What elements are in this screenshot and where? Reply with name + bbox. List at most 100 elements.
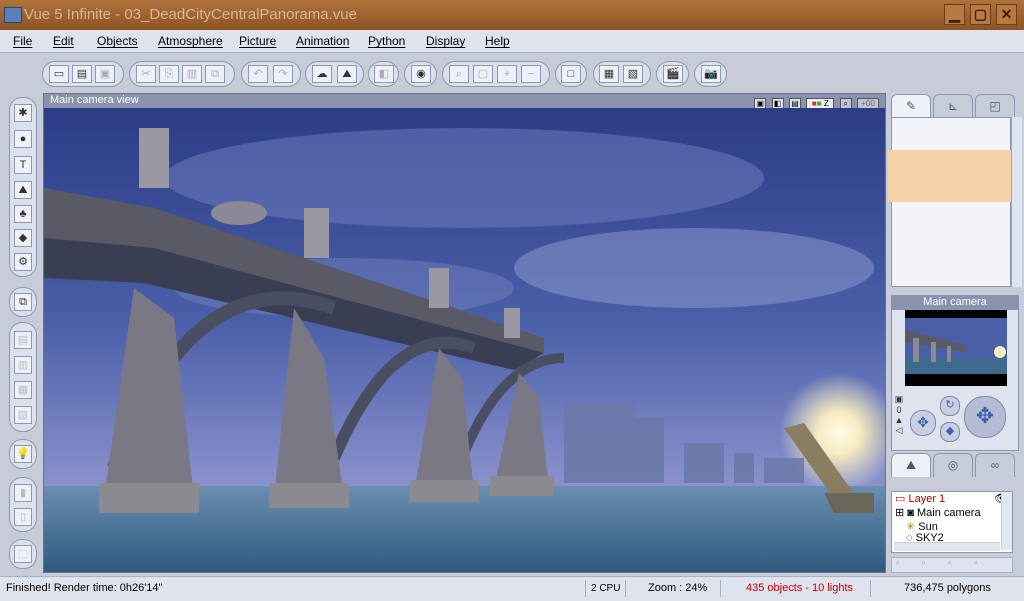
menu-objects[interactable]: Objects [97, 34, 138, 48]
properties-scrollbar[interactable] [1011, 117, 1022, 287]
misc-icon[interactable]: ⬚ [14, 545, 32, 563]
materials-icon[interactable]: ◎ [933, 453, 973, 477]
plant-icon[interactable]: ♣ [14, 205, 32, 223]
new-layer-icon[interactable]: ▫ [896, 558, 900, 569]
sky-node-label: SKY2 [915, 532, 944, 542]
pan-control-icon[interactable]: ✥ [910, 410, 936, 436]
tree-row-layer[interactable]: ▭ Layer 1 [895, 492, 945, 505]
close-button[interactable]: ✕ [996, 4, 1017, 25]
text-icon[interactable]: T [14, 156, 32, 174]
redo-icon[interactable]: ↷ [273, 65, 293, 83]
zoom-in-icon[interactable]: + [497, 65, 517, 83]
cpu-count: 2 CPU [591, 583, 621, 594]
camera-thumbnail [905, 310, 1007, 386]
copy-icon[interactable]: ⎘ [159, 65, 179, 83]
delete-layer-icon[interactable]: ▫ [922, 558, 926, 569]
status-message: Finished! Render time: 0h26'14" [6, 582, 163, 594]
layer-down-icon[interactable]: ▫ [974, 558, 978, 569]
zoom-toolbar-group: ⌕ ▢ + − [442, 61, 550, 87]
zoom-out-icon[interactable]: − [521, 65, 541, 83]
paint-icon[interactable]: ✎ [891, 94, 931, 118]
render-toolbar-group: 📷 [694, 61, 727, 87]
select-icon[interactable]: ✱ [14, 104, 32, 122]
ruler-icon[interactable]: ⊾ [933, 94, 973, 118]
objects-icon[interactable]: ⛰ [891, 453, 931, 477]
polygon-count: 736,475 polygons [904, 582, 991, 594]
camera-save-icon[interactable]: ▣ [894, 394, 904, 405]
tree-hscrollbar[interactable] [894, 542, 1000, 551]
animation-icon[interactable]: 🎬 [663, 65, 683, 83]
window-title: Vue 5 Infinite - 03_DeadCityCentralPanor… [24, 6, 357, 23]
orbit-control-icon[interactable]: ✥ [964, 396, 1006, 438]
tree-row-sky[interactable]: ◌ SKY2 [906, 532, 944, 542]
objects-tool-group: ✱ ● T ⛰ ♣ ◆ ⚙ [9, 97, 37, 277]
metablob-icon[interactable]: ▧ [14, 406, 32, 424]
left-toolbar: ✱ ● T ⛰ ♣ ◆ ⚙ ⧉ ▤ ▥ ▦ ▧ 💡 ▮ ▯ ⬚ [9, 97, 38, 569]
menu-picture[interactable]: Picture [239, 34, 276, 48]
align-icon[interactable]: ▮ [14, 484, 32, 502]
title-bar: Vue 5 Infinite - 03_DeadCityCentralPanor… [0, 0, 1024, 30]
animation-toolbar-group: 🎬 [656, 61, 689, 87]
minimize-button[interactable]: ▁ [944, 4, 965, 25]
undo-toolbar-group: ↶ ↷ [241, 61, 301, 87]
camera-node-icon: ◙ [907, 507, 914, 519]
menu-edit[interactable]: Edit [53, 34, 74, 48]
properties-tabs: ✎ ⊾ ◰ [891, 94, 1017, 118]
distribute-icon[interactable]: ▯ [14, 508, 32, 526]
menu-animation[interactable]: Animation [296, 34, 349, 48]
group-icon[interactable]: ⧉ [14, 293, 32, 311]
rotate-control-icon[interactable]: ↻ [940, 396, 960, 416]
frame-icon[interactable]: □ [561, 65, 581, 83]
undo-icon[interactable]: ↶ [248, 65, 268, 83]
misc-tool-group: ⬚ [9, 539, 37, 569]
menu-help[interactable]: Help [485, 34, 510, 48]
cut-icon[interactable]: ✂ [136, 65, 156, 83]
expand-icon[interactable]: ⊞ [895, 507, 904, 519]
links-icon[interactable]: ∞ [975, 453, 1015, 477]
menu-python[interactable]: Python [368, 34, 405, 48]
settings-icon[interactable]: ⚙ [14, 253, 32, 271]
layer-tree: ▭ Layer 1 👁 ⊞ ◙ Main camera ✳ Sun ◌ SKY2 [891, 491, 1013, 553]
tree-row-main-camera[interactable]: ⊞ ◙ Main camera [895, 506, 981, 519]
light-tool-group: 💡 [9, 439, 37, 469]
sphere-icon[interactable]: ● [14, 130, 32, 148]
camera-icon[interactable]: ◰ [975, 94, 1015, 118]
layer-up-icon[interactable]: ▫ [948, 558, 952, 569]
boolean-union-icon[interactable]: ▤ [14, 331, 32, 349]
menu-file[interactable]: File [13, 34, 32, 48]
menu-display[interactable]: Display [426, 34, 465, 48]
save-icon[interactable]: ▣ [95, 65, 115, 83]
tree-vscrollbar[interactable] [1001, 492, 1012, 550]
boolean-inter-icon[interactable]: ▦ [14, 381, 32, 399]
boolean-diff-icon[interactable]: ▥ [14, 356, 32, 374]
zoom-fit-icon[interactable]: ⌕ [449, 65, 469, 83]
camera-up-icon[interactable]: ▲ [894, 415, 904, 425]
camera-down-icon[interactable]: ◁ [894, 425, 904, 436]
atmosphere-icon[interactable]: ☁ [312, 65, 332, 83]
duplicate-icon[interactable]: ⧉ [205, 65, 225, 83]
boolean-tool-group: ▤ ▥ ▦ ▧ [9, 322, 37, 432]
main-camera-viewport[interactable]: Main camera view ▣ ◧ ▤ ■■ Z ⌕ +00 [43, 93, 886, 573]
align-tool-group: ▮ ▯ [9, 477, 37, 532]
maximize-button[interactable]: ▢ [970, 4, 991, 25]
layer-icon: ▭ [895, 493, 906, 505]
rock-icon[interactable]: ◆ [14, 229, 32, 247]
zoom-region-icon[interactable]: ▢ [473, 65, 493, 83]
material-icon[interactable]: ◧ [374, 65, 394, 83]
render-settings-icon[interactable]: ▧ [623, 65, 643, 83]
render-area-icon[interactable]: ▦ [599, 65, 619, 83]
light-icon[interactable]: 💡 [14, 445, 32, 463]
view-icon[interactable]: ◉ [411, 65, 431, 83]
terrain-icon[interactable]: ⛰ [337, 65, 357, 83]
status-divider [870, 580, 871, 597]
render-icon[interactable]: 📷 [701, 65, 721, 83]
paste-icon[interactable]: ▥ [182, 65, 202, 83]
layer-tabs: ⛰ ◎ ∞ [891, 453, 1017, 477]
new-icon[interactable]: ▭ [49, 65, 69, 83]
terrain-icon[interactable]: ⛰ [14, 181, 32, 199]
status-divider [625, 580, 626, 597]
open-icon[interactable]: ▤ [72, 65, 92, 83]
dolly-control-icon[interactable]: ◆ [940, 422, 960, 442]
right-panel: ✎ ⊾ ◰ Main camera ▣ 0 ▲ ◁ ✥ ↻ ◆ ✥ ⛰ ◎ ∞ [888, 93, 1024, 575]
menu-atmosphere[interactable]: Atmosphere [158, 34, 223, 48]
